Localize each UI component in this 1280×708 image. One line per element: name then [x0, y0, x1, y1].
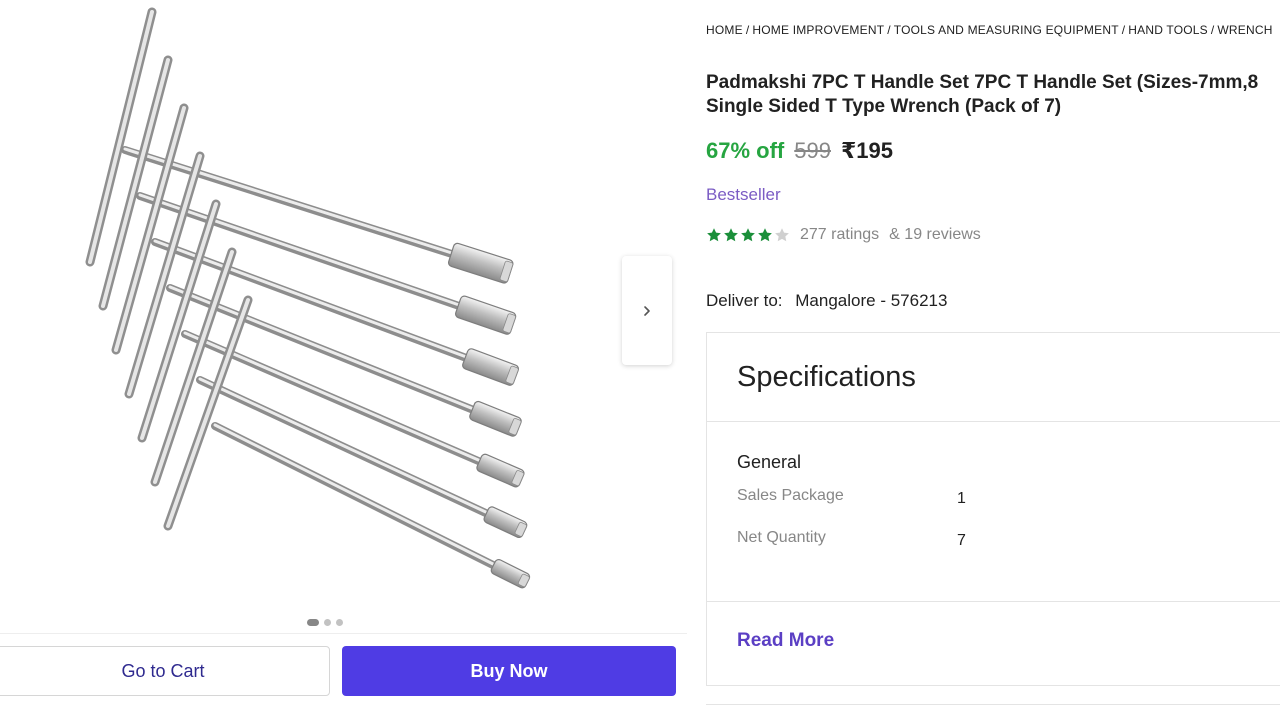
product-title-line2: Single Sided T Type Wrench (Pack of 7) — [706, 96, 1062, 117]
breadcrumb-separator: / — [745, 23, 750, 37]
spec-row: Net Quantity 7 — [737, 529, 1280, 571]
specifications-panel: Specifications General Sales Package 1 N… — [706, 332, 1280, 686]
spec-group-title: General — [737, 452, 802, 472]
product-title-line1: Padmakshi 7PC T Handle Set 7PC T Handle … — [706, 72, 1259, 93]
delivery-location[interactable]: Deliver to: Mangalore - 576213 — [706, 291, 947, 311]
bestseller-badge: Bestseller — [706, 185, 781, 204]
breadcrumb-home[interactable]: HOME — [706, 23, 743, 37]
carousel-dot[interactable] — [307, 619, 319, 626]
star-icon — [724, 228, 738, 242]
original-price: 599 — [794, 138, 831, 163]
star-icon — [775, 228, 789, 242]
product-title: Padmakshi 7PC T Handle Set 7PC T Handle … — [706, 71, 1280, 119]
spec-value: 1 — [957, 490, 966, 507]
discount-label: 67% off — [706, 138, 785, 163]
specifications-body: General Sales Package 1 Net Quantity 7 — [707, 422, 1280, 602]
star-icon — [741, 228, 755, 242]
deliver-to-label: Deliver to: — [706, 291, 783, 310]
spec-row: Sales Package 1 — [737, 487, 1280, 529]
specifications-title: Specifications — [737, 360, 916, 393]
product-image — [85, 7, 531, 589]
spec-key: Sales Package — [737, 487, 844, 504]
breadcrumb: HOME / HOME IMPROVEMENT / TOOLS AND MEASURIN… — [706, 23, 1273, 37]
ratings-count: 277 ratings — [800, 226, 880, 243]
go-to-cart-button[interactable]: Go to Cart — [0, 646, 330, 696]
carousel-dot[interactable] — [336, 619, 343, 626]
breadcrumb-home-improvement[interactable]: HOME IMPROVEMENT — [752, 23, 884, 37]
next-image-button[interactable] — [622, 256, 672, 365]
star-rating — [706, 227, 790, 243]
read-more-link[interactable]: Read More — [707, 602, 1280, 652]
breadcrumb-separator: / — [1121, 23, 1126, 37]
breadcrumb-wrench[interactable]: WRENCH — [1217, 23, 1272, 37]
breadcrumb-separator: / — [887, 23, 891, 37]
carousel-dot[interactable] — [324, 619, 331, 626]
action-bar: Go to Cart Buy Now — [0, 633, 687, 708]
reviews-count: & 19 reviews — [889, 226, 981, 243]
product-gallery: Go to Cart Buy Now — [0, 0, 700, 708]
spec-value: 7 — [957, 532, 966, 549]
delivery-pincode: Mangalore - 576213 — [795, 291, 948, 310]
specifications-header: Specifications — [707, 333, 1280, 422]
star-icon — [758, 228, 772, 242]
image-carousel-dots — [307, 619, 343, 626]
chevron-right-icon — [644, 305, 650, 316]
breadcrumb-separator: / — [1210, 23, 1215, 37]
breadcrumb-hand-tools[interactable]: HAND TOOLS — [1128, 23, 1208, 37]
star-icon — [707, 228, 721, 242]
buy-now-button[interactable]: Buy Now — [342, 646, 676, 696]
rating-row[interactable]: 277 ratings & 19 reviews — [706, 226, 981, 244]
product-details: HOME / HOME IMPROVEMENT / TOOLS AND MEASURIN… — [706, 0, 1280, 708]
price-row: 67% off 599 ₹195 — [706, 138, 893, 164]
selling-price: ₹195 — [840, 138, 893, 163]
breadcrumb-tools[interactable]: TOOLS AND MEASURING EQUIPMENT — [894, 23, 1119, 37]
divider — [706, 704, 1280, 705]
spec-key: Net Quantity — [737, 529, 826, 546]
